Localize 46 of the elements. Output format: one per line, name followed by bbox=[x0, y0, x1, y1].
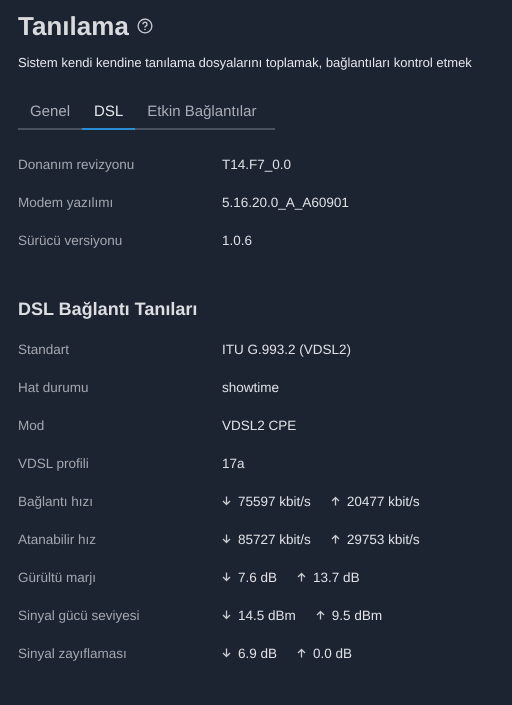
arrow-down-icon bbox=[222, 496, 231, 506]
arrow-down-icon bbox=[222, 610, 231, 620]
field-label: Gürültü marjı bbox=[18, 570, 98, 584]
tab[interactable]: DSL bbox=[82, 97, 136, 130]
arrow-up-icon bbox=[316, 610, 325, 620]
field-label: VDSL profili bbox=[18, 456, 90, 470]
downstream-value: 85727 kbit/s bbox=[238, 532, 311, 546]
downstream-value: 14.5 dBm bbox=[238, 608, 296, 622]
value-text: ITU G.993.2 (VDSL2) bbox=[222, 342, 352, 356]
arrow-down-icon bbox=[222, 572, 231, 582]
value-text: 1.0.6 bbox=[222, 232, 252, 248]
arrow-down-icon bbox=[222, 648, 231, 658]
field-label: Modem yazılımı bbox=[18, 194, 114, 210]
field-label: Donanım revizyonu bbox=[18, 156, 136, 172]
arrow-down-icon bbox=[222, 534, 231, 544]
arrow-up-icon bbox=[330, 496, 340, 506]
value-text: showtime bbox=[222, 380, 280, 394]
field-label: Hat durumu bbox=[18, 380, 90, 394]
tab[interactable]: Genel bbox=[18, 97, 82, 130]
help-icon[interactable] bbox=[136, 18, 153, 34]
arrow-up-icon bbox=[330, 534, 340, 544]
arrow-up-icon bbox=[297, 572, 306, 582]
upstream-value: 0.0 dB bbox=[313, 646, 352, 660]
field-label: Sinyal zayıflaması bbox=[18, 646, 128, 660]
arrow-up-icon bbox=[297, 648, 306, 658]
field-label: Bağlantı hızı bbox=[18, 494, 94, 508]
value-text: VDSL2 CPE bbox=[222, 418, 296, 432]
field-label: Sürücü versiyonu bbox=[18, 232, 124, 248]
field-label: Sinyal gücü seviyesi bbox=[18, 608, 141, 622]
page-title: Tanılama bbox=[18, 10, 129, 42]
upstream-value: 13.7 dB bbox=[313, 570, 360, 584]
tab[interactable]: Etkin Bağlantılar bbox=[135, 97, 268, 130]
value-text: 5.16.20.0_A_A60901 bbox=[222, 194, 349, 210]
field-label: Mod bbox=[18, 418, 46, 432]
value-text: T14.F7_0.0 bbox=[222, 156, 292, 172]
value-text: 17a bbox=[222, 456, 245, 470]
downstream-value: 7.6 dB bbox=[238, 570, 278, 584]
upstream-value: 9.5 dBm bbox=[332, 608, 382, 622]
downstream-value: 6.9 dB bbox=[238, 646, 278, 660]
field-label: Atanabilir hız bbox=[18, 532, 98, 546]
page-description: Sistem kendi kendine tanılama dosyalarını toplamak, bağlantıları kontrol etmek bbox=[18, 55, 473, 70]
field-label: Standart bbox=[18, 342, 70, 356]
downstream-value: 75597 kbit/s bbox=[238, 494, 311, 508]
section-heading: DSL Bağlantı Tanıları bbox=[18, 299, 198, 320]
upstream-value: 20477 kbit/s bbox=[346, 494, 420, 508]
upstream-value: 29753 kbit/s bbox=[346, 532, 420, 546]
